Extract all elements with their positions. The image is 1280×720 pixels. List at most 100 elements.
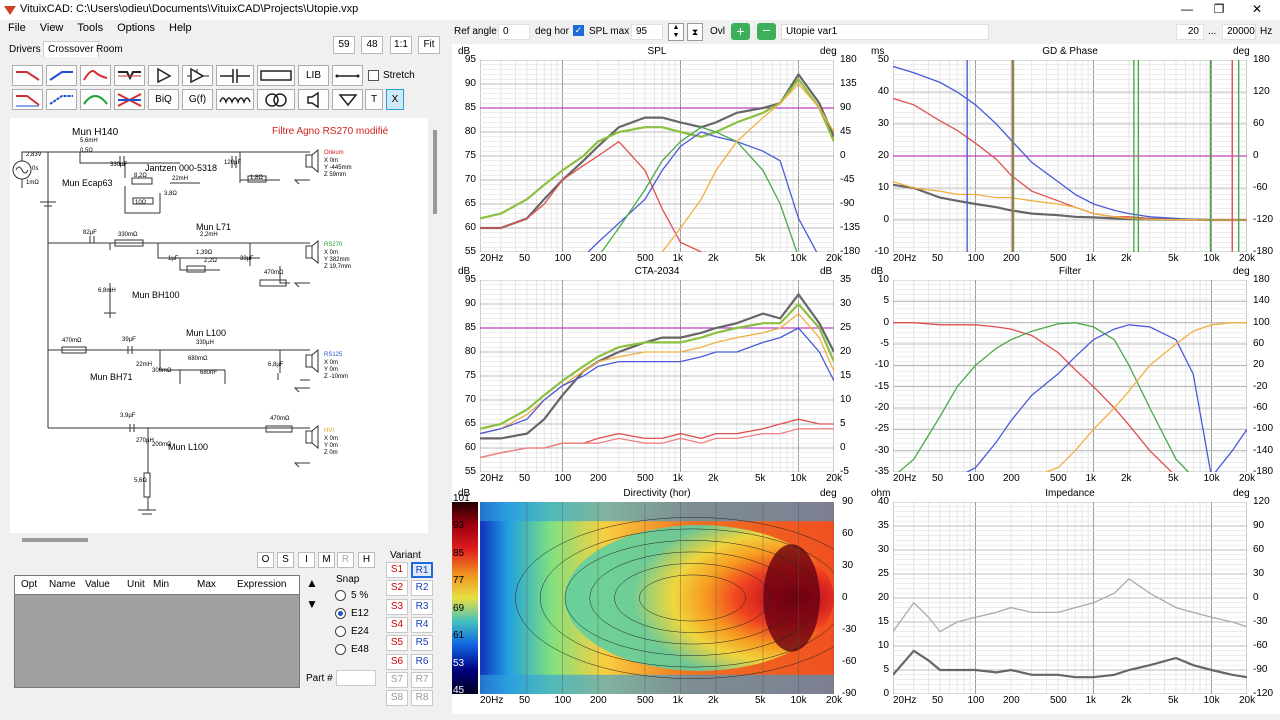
biquad-tool[interactable]: BiQ (148, 89, 179, 110)
impedance-ytick: 10 (877, 640, 889, 651)
part-input[interactable] (336, 670, 376, 686)
spl-plot[interactable] (480, 60, 834, 252)
directivity-plot[interactable] (480, 502, 834, 694)
schematic-vscroll[interactable] (433, 130, 437, 214)
param-o-button[interactable]: O (257, 552, 274, 568)
variant-s4-button[interactable]: S4 (386, 616, 408, 633)
x-tool[interactable]: X (386, 89, 404, 110)
tab-room[interactable]: Room (96, 44, 123, 55)
variant-s3-button[interactable]: S3 (386, 598, 408, 615)
variant-r7-button[interactable]: R7 (411, 671, 433, 688)
col-opt[interactable]: Opt (21, 579, 37, 590)
zoom-59-button[interactable]: 59 (333, 36, 355, 54)
gd-phase-y2tick: -120 (1253, 214, 1274, 225)
capacitor-tool[interactable] (216, 65, 254, 86)
allpass-tool[interactable] (114, 89, 145, 110)
variant-r4-button[interactable]: R4 (411, 616, 433, 633)
close-icon[interactable]: ✕ (1242, 2, 1272, 16)
maximize-icon[interactable]: ❐ (1204, 2, 1234, 16)
move-down-icon[interactable]: ▼ (306, 597, 318, 611)
variant-s2-button[interactable]: S2 (386, 580, 408, 597)
col-unit[interactable]: Unit (127, 579, 145, 590)
component-value: 300mΩ (152, 368, 172, 374)
remove-overlay-icon[interactable]: − (757, 23, 776, 40)
bandpass-tool[interactable] (80, 65, 111, 86)
impedance-plot[interactable] (893, 502, 1247, 694)
fit-range-icon[interactable]: ⧗ (687, 23, 703, 41)
gd-phase-plot[interactable] (893, 60, 1247, 252)
snap-e48-radio[interactable] (335, 644, 346, 655)
variant-name-input[interactable]: Utopie var1 (781, 24, 989, 40)
menu-file[interactable]: File (0, 20, 32, 34)
buffer-tool[interactable] (182, 65, 213, 86)
lowpass-2nd-tool[interactable] (12, 89, 43, 110)
inductor-tool[interactable] (216, 89, 254, 110)
variant-s6-button[interactable]: S6 (386, 653, 408, 670)
freq-max-input[interactable]: 20000 (1222, 24, 1256, 40)
zoom-fit-button[interactable]: Fit (418, 36, 440, 54)
menu-view[interactable]: View (32, 20, 70, 34)
param-i-button[interactable]: I (298, 552, 315, 568)
menu-tools[interactable]: Tools (69, 20, 109, 34)
t-tool[interactable]: T (365, 89, 383, 110)
add-overlay-icon[interactable]: + (731, 23, 750, 40)
param-s-button[interactable]: S (277, 552, 294, 568)
col-name[interactable]: Name (49, 579, 76, 590)
variant-s5-button[interactable]: S5 (386, 635, 408, 652)
snap-e24-radio[interactable] (335, 626, 346, 637)
impedance-y2tick: 30 (1253, 568, 1265, 579)
speaker-tool[interactable] (298, 89, 329, 110)
variant-r6-button[interactable]: R6 (411, 653, 433, 670)
tab-crossover[interactable]: Crossover (43, 41, 99, 57)
notch-tool[interactable] (114, 65, 145, 86)
stretch-checkbox[interactable] (368, 70, 379, 81)
col-min[interactable]: Min (153, 579, 169, 590)
driver-tool[interactable] (148, 65, 179, 86)
param-m-button[interactable]: M (318, 552, 335, 568)
impedance-y2tick: 120 (1253, 496, 1270, 507)
variant-s1-button[interactable]: S1 (386, 562, 408, 578)
zoom-1to1-button[interactable]: 1:1 (390, 36, 412, 54)
spl-max-checkbox[interactable]: ✓ (573, 25, 584, 36)
param-h-button[interactable]: H (358, 552, 375, 568)
menu-options[interactable]: Options (109, 20, 161, 34)
spl-max-input[interactable]: 95 (631, 24, 663, 40)
cta2034-plot[interactable] (480, 280, 834, 472)
variant-r5-button[interactable]: R5 (411, 635, 433, 652)
spl-spin-icon[interactable]: ▲ ▼ (668, 23, 684, 41)
schematic-canvas[interactable]: Filtre Agno RS270 modifié Mun H140 5,6mH… (10, 118, 428, 533)
snap-e12-radio[interactable] (335, 608, 346, 619)
variant-r2-button[interactable]: R2 (411, 580, 433, 597)
variant-r8-button[interactable]: R8 (411, 690, 433, 707)
library-tool[interactable]: LIB (298, 65, 329, 86)
snap-5pct-radio[interactable] (335, 590, 346, 601)
resistor-tool[interactable] (257, 65, 295, 86)
menu-help[interactable]: Help (161, 20, 198, 34)
schematic-hscroll[interactable] (22, 538, 88, 542)
variant-s7-button[interactable]: S7 (386, 671, 408, 688)
variant-s8-button[interactable]: S8 (386, 690, 408, 707)
peak-tool[interactable] (80, 89, 111, 110)
lowpass-1st-tool[interactable] (12, 65, 43, 86)
ground-tool[interactable] (332, 89, 363, 110)
param-r-button[interactable]: R (337, 552, 354, 568)
col-expression[interactable]: Expression (237, 579, 286, 590)
col-max[interactable]: Max (197, 579, 216, 590)
variant-r3-button[interactable]: R3 (411, 598, 433, 615)
highpass-2nd-tool[interactable] (46, 89, 77, 110)
ref-angle-input[interactable]: 0 (498, 24, 530, 40)
highpass-1st-tool[interactable] (46, 65, 77, 86)
parameter-table[interactable]: Opt Name Value Unit Min Max Expression (14, 575, 300, 688)
variant-r1-button[interactable]: R1 (411, 562, 433, 578)
freq-min-input[interactable]: 20 (1176, 24, 1204, 40)
source-resistance: 1mΩ (26, 180, 39, 186)
zoom-48-button[interactable]: 48 (361, 36, 383, 54)
col-value[interactable]: Value (85, 579, 110, 590)
gf-tool[interactable]: G(f) (182, 89, 213, 110)
tab-drivers[interactable]: Drivers (9, 44, 41, 55)
filter-plot[interactable] (893, 280, 1247, 472)
move-up-icon[interactable]: ▲ (306, 576, 318, 590)
wire-tool[interactable] (332, 65, 363, 86)
minimize-icon[interactable]: — (1172, 2, 1202, 16)
transformer-tool[interactable] (257, 89, 295, 110)
